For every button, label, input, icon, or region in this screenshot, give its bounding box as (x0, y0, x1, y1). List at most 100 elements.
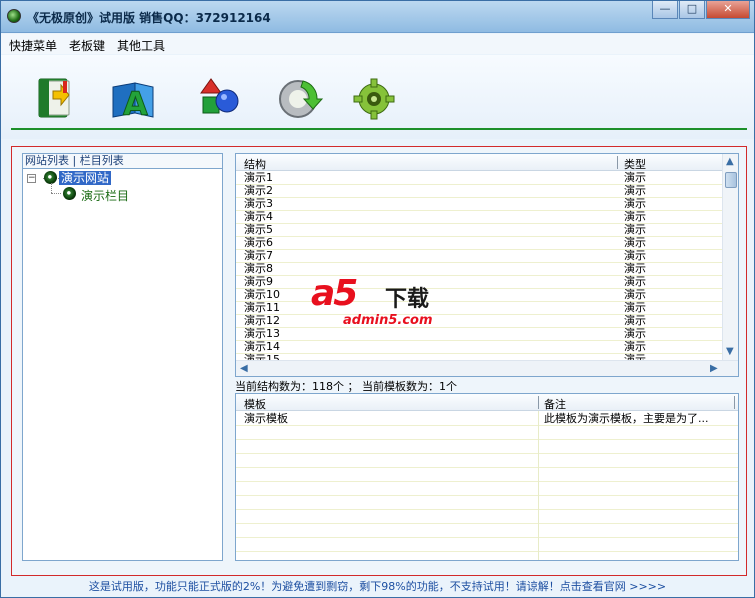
cell-type: 演示 (624, 314, 646, 327)
cell-structure: 演示1 (244, 171, 273, 184)
cell-template: 演示模板 (244, 412, 288, 425)
col-header-structure[interactable]: 结构 (244, 156, 266, 172)
gear-icon[interactable] (349, 73, 399, 123)
site-tree-panel: 网站列表 | 栏目列表 − (22, 153, 223, 561)
column-globe-icon (63, 187, 76, 200)
tree-collapse-toggle[interactable]: − (27, 174, 36, 183)
svg-text:A: A (123, 85, 148, 123)
cell-structure: 演示11 (244, 301, 280, 314)
left-panel-header[interactable]: 网站列表 | 栏目列表 (23, 154, 222, 169)
scroll-right-icon[interactable]: ▶ (710, 363, 718, 374)
tree-node-site[interactable]: 演示网站 (59, 171, 112, 185)
app-logo-icon (7, 9, 21, 23)
app-window: 《无极原创》试用版 销售QQ：372912164 — □ ✕ 快捷菜单 老板键 … (0, 0, 755, 598)
menu-boss-key[interactable]: 老板键 (69, 37, 105, 54)
cell-type: 演示 (624, 236, 646, 249)
cell-type: 演示 (624, 210, 646, 223)
column-divider[interactable] (617, 156, 618, 169)
watermark-logo-mark: a5 (311, 273, 358, 314)
table-row[interactable]: 演示7 演示 (236, 250, 722, 263)
table-row[interactable]: 演示1 演示 (236, 172, 722, 185)
cell-type: 演示 (624, 275, 646, 288)
cell-type: 演示 (624, 262, 646, 275)
cell-structure: 演示13 (244, 327, 280, 340)
column-divider[interactable] (538, 396, 539, 409)
structure-hscrollbar[interactable]: ◀ ▶ (236, 360, 738, 376)
a5-watermark-logo: a5 下载 admin5.com (303, 271, 453, 333)
cell-structure: 演示2 (244, 184, 273, 197)
template-rows: 演示模板 此模板为演示模板，主要是为了... (236, 412, 738, 552)
table-row[interactable]: 演示4 演示 (236, 211, 722, 224)
empty-row[interactable] (236, 468, 738, 482)
cell-structure: 演示3 (244, 197, 273, 210)
col-header-note[interactable]: 备注 (544, 396, 566, 412)
cell-structure: 演示5 (244, 223, 273, 236)
column-divider-end (734, 396, 735, 409)
cell-structure: 演示8 (244, 262, 273, 275)
toolbar-separator (11, 128, 747, 130)
cell-structure: 演示14 (244, 340, 280, 353)
cell-type: 演示 (624, 301, 646, 314)
cell-structure: 演示6 (244, 236, 273, 249)
empty-row[interactable] (236, 538, 738, 552)
watermark-url: admin5.com (343, 313, 433, 328)
refresh-icon[interactable] (273, 73, 324, 123)
green-book-icon[interactable] (31, 73, 81, 123)
tree-connector-child (51, 183, 52, 193)
text-a-icon[interactable]: A (109, 73, 159, 124)
empty-row[interactable] (236, 426, 738, 440)
empty-row[interactable] (236, 510, 738, 524)
tree-node-column[interactable]: 演示栏目 (81, 187, 129, 204)
table-row[interactable]: 演示3 演示 (236, 198, 722, 211)
scroll-down-icon[interactable]: ▼ (726, 346, 734, 357)
cell-type: 演示 (624, 249, 646, 262)
tree-connector-child-h (51, 193, 61, 194)
empty-row[interactable] (236, 496, 738, 510)
scroll-up-icon[interactable]: ▲ (726, 156, 734, 167)
scroll-thumb[interactable] (725, 172, 737, 188)
empty-row[interactable] (236, 524, 738, 538)
title-bar: 《无极原创》试用版 销售QQ：372912164 — □ ✕ (1, 1, 754, 33)
cell-type: 演示 (624, 288, 646, 301)
window-controls: — □ ✕ (651, 1, 750, 19)
table-row[interactable]: 演示模板 此模板为演示模板，主要是为了... (236, 412, 738, 426)
empty-row[interactable] (236, 482, 738, 496)
cell-structure: 演示7 (244, 249, 273, 262)
menu-quick[interactable]: 快捷菜单 (9, 37, 57, 54)
cell-type: 演示 (624, 223, 646, 236)
scroll-left-icon[interactable]: ◀ (240, 363, 248, 374)
empty-row[interactable] (236, 454, 738, 468)
cell-structure: 演示10 (244, 288, 280, 301)
window-title: 《无极原创》试用版 销售QQ：372912164 (27, 11, 271, 25)
cell-type: 演示 (624, 171, 646, 184)
empty-row[interactable] (236, 440, 738, 454)
menu-bar: 快捷菜单 老板键 其他工具 (1, 34, 754, 54)
col-header-template[interactable]: 模板 (244, 396, 266, 412)
table-row[interactable]: 演示2 演示 (236, 185, 722, 198)
minimize-button[interactable]: — (652, 1, 678, 19)
table-row[interactable]: 演示6 演示 (236, 237, 722, 250)
structure-rows: 演示1 演示 演示2 演示 演示3 演示 演示4 演示 演示5 演示 演示6 演示 演示7 演示 演示8 演示… (236, 172, 722, 367)
table-row[interactable]: 演示5 演示 (236, 224, 722, 237)
template-grid-header: 模板 备注 (236, 394, 738, 411)
close-button[interactable]: ✕ (706, 1, 750, 19)
template-col-line (538, 411, 539, 560)
col-header-type[interactable]: 类型 (624, 156, 646, 172)
cell-type: 演示 (624, 197, 646, 210)
watermark-text: 下载 (385, 287, 430, 312)
cell-type: 演示 (624, 184, 646, 197)
structure-vscrollbar[interactable]: ▲ ▼ (722, 154, 738, 360)
cell-type: 演示 (624, 327, 646, 340)
template-grid: 模板 备注 演示模板 此模板为演示模板，主要是为了... (235, 393, 739, 561)
toolbar: A (1, 55, 754, 139)
maximize-button[interactable]: □ (679, 1, 705, 19)
cell-structure: 演示4 (244, 210, 273, 223)
structure-grid-header: 结构 类型 (236, 154, 738, 171)
footer-trial-link[interactable]: 这是试用版，功能只能正式版的2%！为避免遭到剽窃，剩下98%的功能，不支持试用！… (1, 577, 754, 597)
menu-other-tools[interactable]: 其他工具 (117, 37, 165, 54)
table-row[interactable]: 演示14 演示 (236, 341, 722, 354)
cell-structure: 演示12 (244, 314, 280, 327)
shapes-icon[interactable] (193, 73, 243, 123)
cell-type: 演示 (624, 340, 646, 353)
cell-note: 此模板为演示模板，主要是为了... (544, 412, 709, 425)
